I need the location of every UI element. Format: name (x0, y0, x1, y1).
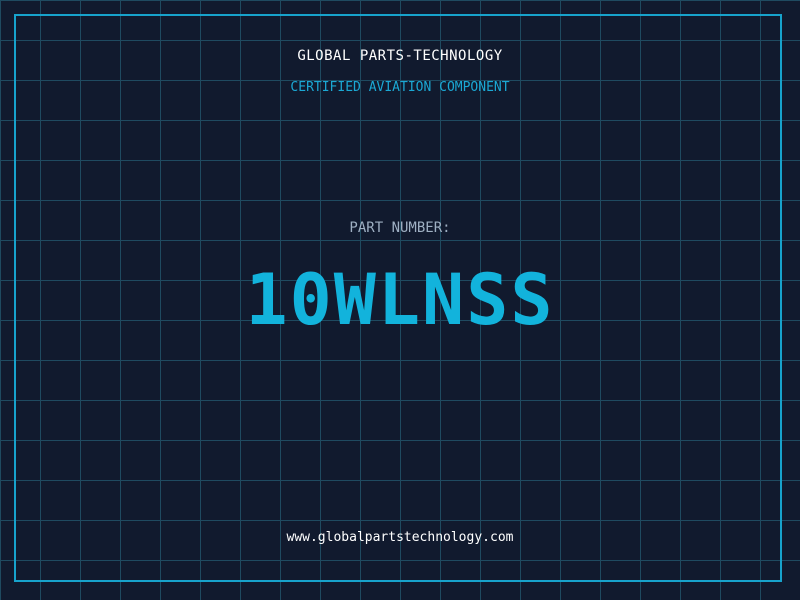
part-number-value: 10WLNSS (245, 259, 555, 341)
part-label-card: GLOBAL PARTS-TECHNOLOGY CERTIFIED AVIATI… (0, 0, 800, 600)
part-number-label: PART NUMBER: (349, 220, 451, 236)
company-name: GLOBAL PARTS-TECHNOLOGY (297, 48, 503, 64)
website-url: www.globalpartstechnology.com (286, 530, 514, 545)
certification-subtitle: CERTIFIED AVIATION COMPONENT (290, 80, 510, 95)
